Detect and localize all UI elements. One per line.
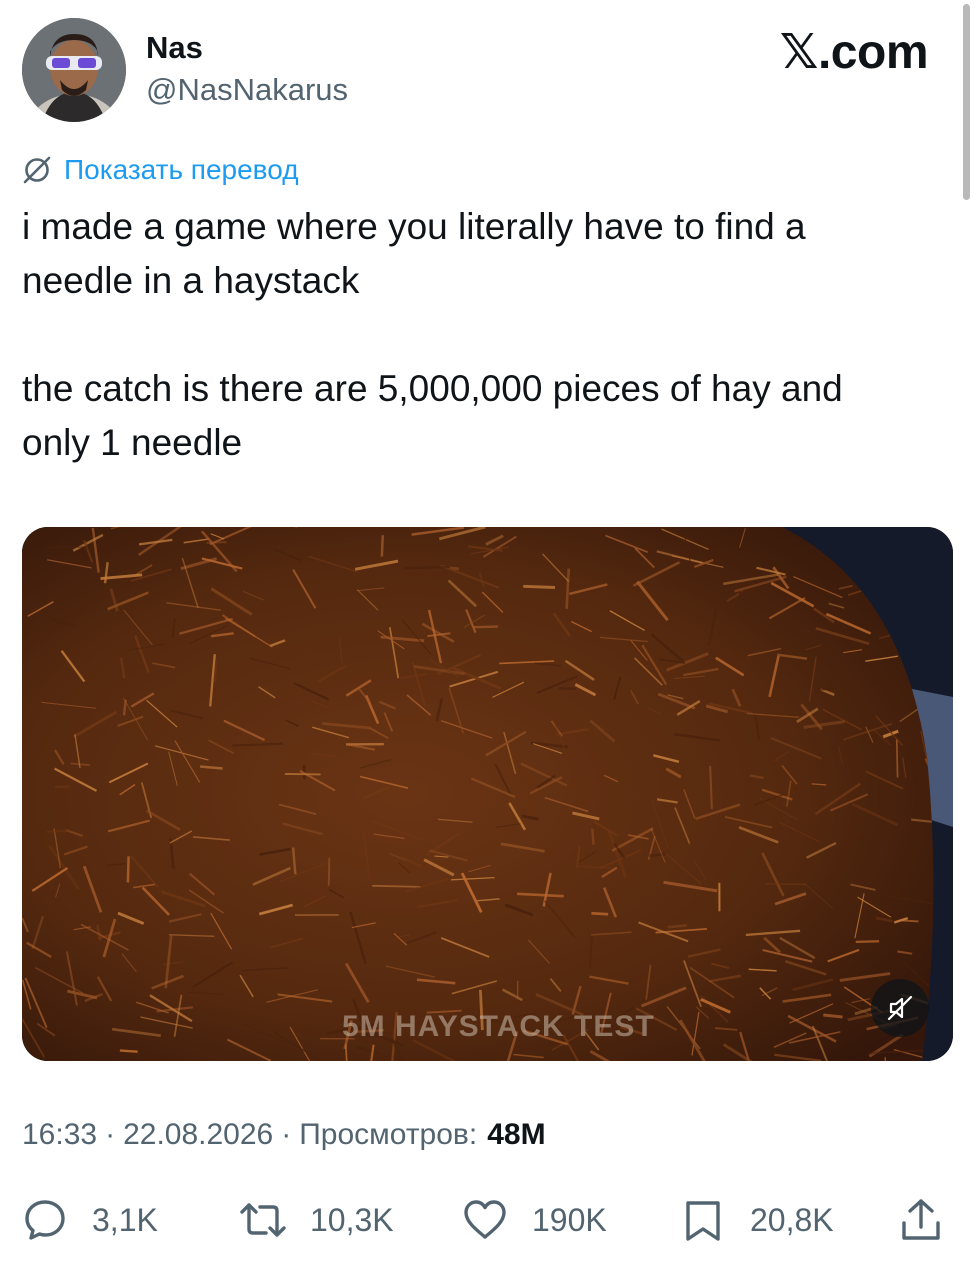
views-count[interactable]: 48M [487, 1118, 545, 1152]
translate-row[interactable]: Показать перевод [22, 150, 299, 190]
mute-button[interactable] [871, 979, 929, 1037]
hay-straw [895, 738, 899, 778]
tweet-time[interactable]: 16:33 [22, 1118, 97, 1152]
hay-straw [901, 919, 919, 923]
views-label: Просмотров: [299, 1118, 478, 1151]
reply-count: 3,1K [92, 1201, 158, 1238]
bookmark-icon [686, 1201, 720, 1241]
hay-straw [765, 883, 807, 886]
hay-straw [591, 828, 595, 845]
meta-separator: · [105, 1118, 116, 1151]
heart-icon [464, 1200, 506, 1239]
hay-straw [119, 1049, 138, 1053]
tweet-paragraph: the catch is there are 5,000,000 pieces … [22, 368, 843, 463]
hay-straw [667, 924, 687, 929]
hay-straw [855, 940, 880, 944]
haystack-video-frame [22, 527, 953, 1061]
speaker-muted-icon [887, 995, 913, 1021]
like-count: 190K [532, 1201, 607, 1238]
repost-button[interactable]: 10,3K [240, 1190, 394, 1250]
hay-straw [372, 884, 421, 888]
hay-straw [815, 687, 838, 691]
hay-straw [46, 829, 70, 833]
video-caption: 5M HAYSTACK TEST [342, 1010, 655, 1043]
tweet-date[interactable]: 22.08.2026 [123, 1118, 273, 1152]
bookmark-count: 20,8K [750, 1201, 834, 1238]
action-bar: 3,1K 10,3K 190K 20,8K [0, 1190, 976, 1250]
bookmark-button[interactable]: 20,8K [680, 1190, 834, 1250]
author-handle[interactable]: @NasNakarus [146, 72, 348, 108]
hay-straw [473, 625, 498, 629]
reply-icon [25, 1200, 65, 1240]
globe-slash-icon [23, 156, 51, 184]
video-player[interactable]: 5M HAYSTACK TEST [22, 527, 953, 1061]
tweet-paragraph: i made a game where you literally have t… [22, 206, 806, 301]
scrollbar[interactable] [963, 4, 970, 200]
reply-button[interactable]: 3,1K [22, 1190, 158, 1250]
author-display-name[interactable]: Nas [146, 30, 203, 66]
avatar[interactable] [22, 18, 126, 122]
hay-straw [523, 584, 556, 589]
hay-straw [380, 535, 385, 557]
brand-logo: 𝕏.com [779, 26, 929, 79]
repost-icon [240, 1203, 286, 1237]
tweet-text: i made a game where you literally have t… [22, 200, 952, 470]
hay-straw [591, 911, 609, 916]
meta-separator: · [281, 1118, 292, 1151]
share-icon [902, 1199, 940, 1240]
share-button[interactable] [898, 1190, 944, 1250]
translate-link[interactable]: Показать перевод [64, 154, 299, 186]
like-button[interactable]: 190K [462, 1190, 607, 1250]
hay-straw [126, 856, 130, 883]
repost-count: 10,3K [310, 1201, 394, 1238]
hay-straw [403, 565, 450, 570]
hay-straw [327, 857, 331, 886]
hay-straw [823, 1013, 843, 1019]
hay-straw [122, 699, 127, 716]
tweet-meta: 16:33 · 22.08.2026 · Просмотров: 48M [22, 1118, 546, 1152]
